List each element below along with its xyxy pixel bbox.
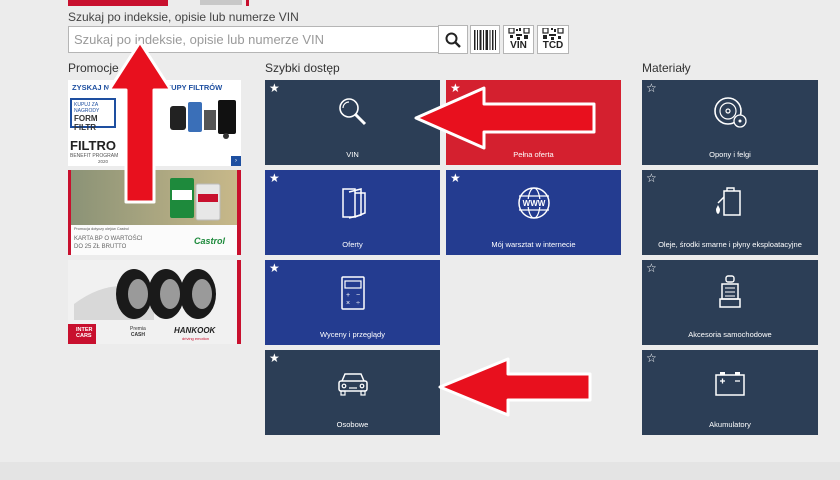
brand-logo-strip bbox=[68, 0, 249, 6]
car-icon bbox=[337, 373, 368, 396]
tile-label: Opony i felgi bbox=[709, 150, 751, 159]
promo-castrol-line: DO 25 ZŁ BRUTTO bbox=[74, 244, 127, 250]
section-title-szybki-dostep: Szybki dostęp bbox=[265, 61, 340, 75]
promo-hankook-tires-image bbox=[74, 269, 216, 320]
globe-www-icon: WWW bbox=[517, 187, 550, 219]
search-button[interactable] bbox=[438, 25, 468, 54]
favorite-star-outline-icon[interactable]: ☆ bbox=[646, 352, 657, 364]
premia-cash-label: Premia CASH bbox=[130, 326, 146, 338]
tile-osobowe[interactable]: ★ Osobowe bbox=[265, 350, 440, 435]
castrol-logo: Castrol bbox=[194, 236, 226, 246]
tire-icon bbox=[714, 97, 747, 128]
svg-text:÷: ÷ bbox=[356, 300, 360, 307]
promo-banner-hankook[interactable]: INTER CARS Premia CASH HANKOOK driving e… bbox=[68, 260, 241, 344]
favorite-star-outline-icon[interactable]: ☆ bbox=[646, 262, 657, 274]
favorite-star-icon[interactable]: ★ bbox=[450, 172, 461, 184]
car-seat-icon bbox=[719, 275, 741, 308]
favorite-star-icon[interactable]: ★ bbox=[269, 172, 280, 184]
qr-tcd-button[interactable]: TCD bbox=[537, 25, 569, 54]
barcode-button[interactable] bbox=[470, 25, 500, 54]
promo-castrol-headline: Promocja dotyczy olejów Castrol bbox=[74, 227, 129, 231]
catalog-pages-icon bbox=[341, 188, 366, 219]
svg-text:×: × bbox=[345, 300, 349, 307]
tile-label: Wyceny i przeglądy bbox=[320, 330, 385, 339]
favorite-star-icon[interactable]: ★ bbox=[269, 352, 280, 364]
tile-label: Akcesoria samochodowe bbox=[688, 330, 772, 339]
bottom-bar bbox=[0, 462, 840, 480]
oil-can-icon bbox=[716, 187, 741, 216]
hankook-tagline: driving emotion bbox=[182, 336, 210, 341]
favorite-star-outline-icon[interactable]: ☆ bbox=[646, 82, 657, 94]
annotation-arrow-left-osobowe bbox=[438, 357, 592, 417]
qr-tcd-icon bbox=[542, 28, 564, 40]
battery-icon bbox=[715, 372, 745, 396]
promo-filters-prizes-image bbox=[170, 100, 236, 139]
barcode-icon bbox=[474, 29, 496, 50]
magnifier-icon bbox=[338, 98, 366, 126]
favorite-star-icon[interactable]: ★ bbox=[269, 262, 280, 274]
tile-opony-i-felgi[interactable]: ☆ Opony i felgi bbox=[642, 80, 818, 165]
promo-corner-badge: › bbox=[231, 156, 241, 166]
svg-text:+: + bbox=[345, 292, 349, 299]
search-label: Szukaj po indeksie, opisie lub numerze V… bbox=[68, 10, 299, 24]
intercars-logo-text: CARS bbox=[76, 333, 92, 339]
tile-label: Osobowe bbox=[336, 420, 369, 429]
qr-vin-icon bbox=[507, 28, 530, 40]
svg-text:WWW: WWW bbox=[522, 199, 545, 208]
tile-akcesoria[interactable]: ☆ Akcesoria samochodowe bbox=[642, 260, 818, 345]
tile-wyceny-i-przeglady[interactable]: ★ + − × ÷ Wyceny i przeglądy bbox=[265, 260, 440, 345]
tile-label: Mój warsztat w internecie bbox=[491, 240, 576, 249]
tile-moj-warsztat[interactable]: ★ WWW Mój warsztat w internecie bbox=[446, 170, 621, 255]
svg-text:−: − bbox=[355, 292, 359, 299]
favorite-star-outline-icon[interactable]: ☆ bbox=[646, 172, 657, 184]
qr-tcd-text: TCD bbox=[542, 40, 564, 51]
promo-castrol-line: KARTA BP O WARTOŚCI bbox=[74, 236, 143, 242]
tile-oleje[interactable]: ☆ Oleje, środki smarne i płyny eksploata… bbox=[642, 170, 818, 255]
calculator-icon: + − × ÷ bbox=[340, 276, 365, 310]
tile-akumulatory[interactable]: ☆ Akumulatory bbox=[642, 350, 818, 435]
magnifier-icon bbox=[445, 32, 461, 48]
intercars-logo: INTER CARS bbox=[68, 324, 96, 344]
favorite-star-icon[interactable]: ★ bbox=[269, 82, 280, 94]
promo-castrol-barrels-image bbox=[170, 178, 221, 221]
annotation-arrow-left-vin bbox=[414, 86, 596, 150]
tile-oferty[interactable]: ★ Oferty bbox=[265, 170, 440, 255]
qr-vin-button[interactable]: VIN bbox=[503, 25, 534, 54]
hankook-logo: HANKOOK bbox=[174, 326, 216, 335]
qr-vin-text: VIN bbox=[510, 40, 527, 51]
tile-label: Akumulatory bbox=[709, 420, 751, 429]
tile-label: Oleje, środki smarne i płyny eksploatacy… bbox=[658, 240, 802, 249]
annotation-arrow-up bbox=[107, 40, 173, 204]
tile-label: Oferty bbox=[342, 240, 363, 249]
section-title-materialy: Materiały bbox=[642, 61, 691, 75]
